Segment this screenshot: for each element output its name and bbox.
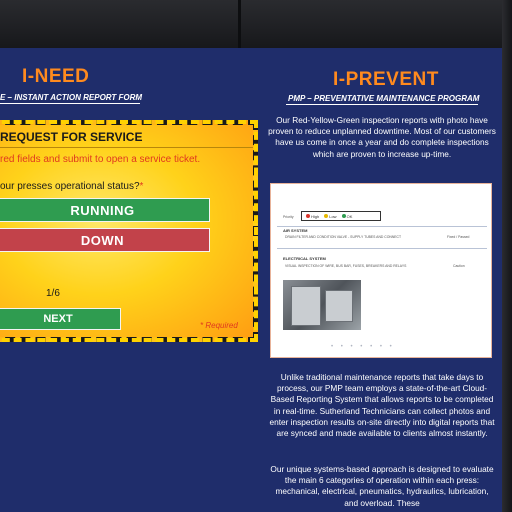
status-question-text: our presses operational status? <box>0 181 140 192</box>
legend-label: Priority <box>283 215 294 219</box>
report-pagination-dots: • • • • • • • <box>331 344 395 350</box>
report-divider <box>277 248 487 249</box>
report-air-status: Fixed / Passed <box>447 235 470 239</box>
form-hint: red fields and submit to open a service … <box>0 154 201 165</box>
priority-legend: High Low OK <box>301 211 381 221</box>
i-prevent-subtitle: PMP – PREVENTATIVE MAINTENANCE PROGRAM <box>288 94 480 103</box>
i-need-title: I-NEED <box>22 66 90 87</box>
form-divider <box>0 147 253 148</box>
status-question: our presses operational status?* <box>0 181 143 192</box>
i-need-subtitle: E – INSTANT ACTION REPORT FORM <box>0 93 143 102</box>
i-prevent-title: I-PREVENT <box>333 69 439 90</box>
monitor-bezel-top <box>0 0 512 48</box>
legend-high: High <box>306 213 319 219</box>
legend-ok: OK <box>341 213 352 219</box>
i-need-underline <box>0 103 140 104</box>
next-button[interactable]: NEXT <box>0 308 121 330</box>
i-prevent-underline <box>286 104 478 105</box>
legend-low: Low <box>324 213 337 219</box>
electrical-panel-photo <box>283 280 361 330</box>
reporting-paragraph: Unlike traditional maintenance reports t… <box>269 372 495 439</box>
intro-paragraph: Our Red-Yellow-Green inspection reports … <box>268 115 496 159</box>
report-electrical-text: VISUAL INSPECTION OF WIRE, BUS BAR, FUSE… <box>285 264 407 268</box>
form-heading: REQUEST FOR SERVICE <box>0 130 143 144</box>
approach-paragraph: Our unique systems-based approach is des… <box>270 464 494 508</box>
report-air-text: DRAIN FILTER AND CONDITION VALVE - SUPPL… <box>285 235 402 239</box>
monitor-seam <box>238 0 241 48</box>
report-divider <box>277 226 487 227</box>
report-section-electrical: ELECTRICAL SYSTEM <box>283 256 326 261</box>
required-note: * Required <box>200 321 238 330</box>
report-electrical-status: Caution <box>453 264 465 268</box>
required-star: * <box>139 181 144 192</box>
sample-report-image: Priority High Low OK AIR SYSTEM DRAIN FI… <box>270 183 492 358</box>
page-counter: 1/6 <box>46 288 60 299</box>
report-section-air: AIR SYSTEM <box>283 228 308 233</box>
monitor-bezel-right <box>502 0 512 512</box>
down-button[interactable]: DOWN <box>0 228 210 252</box>
running-button[interactable]: RUNNING <box>0 198 210 222</box>
